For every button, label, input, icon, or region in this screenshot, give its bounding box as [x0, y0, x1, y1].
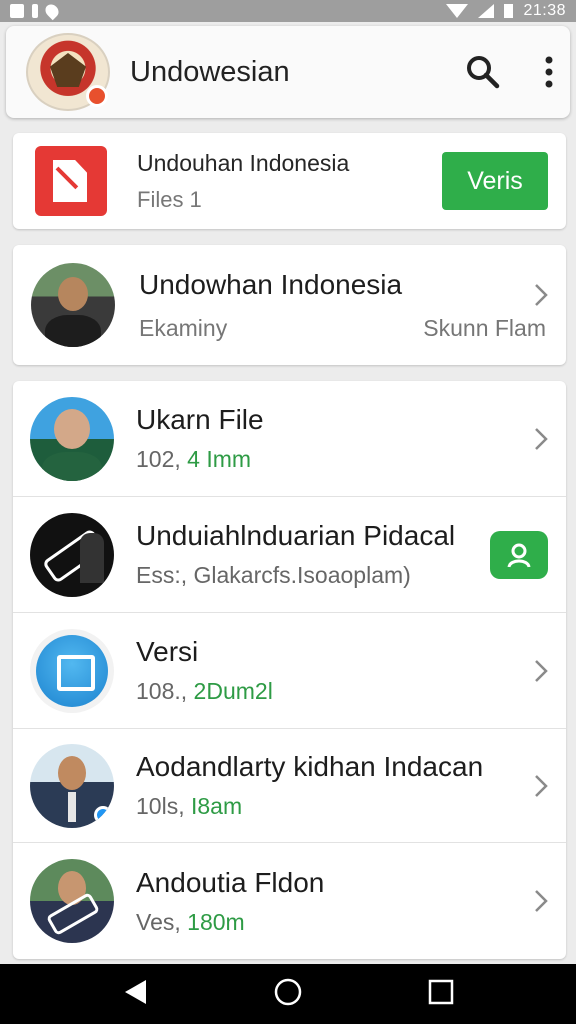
notification-icon-2 — [32, 4, 38, 18]
avatar — [30, 743, 114, 828]
verified-badge-icon — [94, 805, 112, 824]
list-item[interactable]: Unduiahlnduarian Pidacal Ess:, Glakarcfs… — [13, 497, 566, 613]
battery-icon — [504, 4, 514, 18]
chevron-right-icon — [534, 283, 548, 312]
list-item-text: Ukarn File 102, 4 Imm — [136, 404, 518, 473]
list-item-text: Unduiahlnduarian Pidacal Ess:, Glakarcfs… — [136, 520, 490, 589]
profile-card[interactable]: Undowhan Indonesia Ekaminy Skunn Flam — [13, 245, 566, 365]
profile-left-meta: Ekaminy — [139, 314, 228, 341]
profile-card-title: Undowhan Indonesia — [139, 268, 403, 300]
list-item-meta: Ess:, Glakarcfs.Isoaoplam) — [136, 562, 411, 588]
list-item-title: Andoutia Fldon — [136, 866, 325, 898]
chevron-right-icon — [518, 659, 548, 683]
list-item[interactable]: Aodandlarty kidhan Indacan 10ls, I8am — [13, 729, 566, 843]
download-card-title: Undouhan Indonesia — [137, 149, 350, 176]
file-list: Ukarn File 102, 4 Imm Unduiahlnduarian P… — [13, 381, 566, 959]
list-item-text: Versi 108., 2Dum2l — [136, 636, 518, 705]
file-icon — [35, 146, 107, 216]
list-item-meta: 108., — [136, 678, 194, 704]
app-title: Undowesian — [130, 55, 290, 88]
download-card-text: Undouhan Indonesia Files 1 — [137, 150, 349, 213]
list-item-text: Aodandlarty kidhan Indacan 10ls, I8am — [136, 751, 518, 820]
list-item-subtitle: 102, 4 Imm — [136, 446, 518, 473]
list-item-title: Aodandlarty kidhan Indacan — [136, 751, 484, 782]
avatar — [31, 263, 115, 347]
profile-right-meta: Skunn Flam — [423, 314, 546, 341]
profile-card-text: Undowhan Indonesia Ekaminy Skunn Flam — [139, 269, 548, 342]
list-item-meta: Ves, — [136, 908, 188, 935]
list-item-title: Unduiahlnduarian Pidacal — [136, 520, 456, 551]
download-card[interactable]: Undouhan Indonesia Files 1 Veris — [13, 133, 566, 229]
avatar — [30, 512, 114, 597]
veris-button[interactable]: Veris — [442, 152, 548, 210]
avatar — [30, 396, 114, 481]
app-logo[interactable] — [26, 33, 110, 111]
chevron-right-icon — [518, 889, 548, 913]
list-item-text: Andoutia Fldon Ves, 180m — [136, 867, 518, 936]
recents-icon[interactable] — [428, 979, 454, 1010]
list-item-subtitle: 10ls, I8am — [136, 793, 518, 820]
list-item[interactable]: Versi 108., 2Dum2l — [13, 613, 566, 729]
list-item-subtitle: Ess:, Glakarcfs.Isoaoplam) — [136, 562, 490, 589]
list-item-subtitle: Ves, 180m — [136, 909, 518, 936]
list-item-size: I8am — [190, 793, 243, 819]
chevron-right-icon — [518, 774, 548, 798]
download-card-subtitle: Files 1 — [137, 186, 202, 212]
list-item-title: Ukarn File — [136, 404, 264, 435]
search-icon[interactable] — [466, 55, 500, 89]
avatar — [30, 859, 114, 943]
signal-icon — [478, 4, 495, 18]
home-icon[interactable] — [273, 977, 303, 1012]
app-bar: Undowesian — [6, 26, 570, 118]
profile-card-meta: Ekaminy Skunn Flam — [139, 315, 548, 342]
status-right: 21:38 — [446, 2, 566, 20]
navigation-bar — [0, 964, 576, 1024]
more-vert-icon[interactable] — [544, 55, 554, 89]
list-item-title: Versi — [136, 636, 199, 667]
avatar — [30, 628, 114, 713]
chevron-right-icon — [518, 427, 548, 451]
list-item-subtitle: 108., 2Dum2l — [136, 678, 518, 705]
list-item-size: 180m — [187, 908, 245, 935]
list-item[interactable]: Andoutia Fldon Ves, 180m — [13, 843, 566, 959]
logo-badge-icon — [86, 85, 108, 107]
status-left — [10, 1, 62, 21]
person-icon[interactable] — [490, 530, 548, 579]
list-item-meta: 10ls, — [136, 793, 191, 819]
notification-icon — [10, 4, 24, 18]
list-item-size: 2Dum2l — [193, 678, 273, 704]
wifi-icon — [446, 4, 469, 18]
status-time: 21:38 — [523, 2, 566, 19]
status-bar: 21:38 — [0, 0, 576, 22]
list-item-size: 4 Imm — [187, 446, 252, 472]
back-icon[interactable] — [122, 978, 148, 1011]
list-item-meta: 102, — [136, 446, 188, 472]
location-icon — [42, 1, 62, 21]
list-item[interactable]: Ukarn File 102, 4 Imm — [13, 381, 566, 497]
app-actions — [466, 55, 554, 89]
